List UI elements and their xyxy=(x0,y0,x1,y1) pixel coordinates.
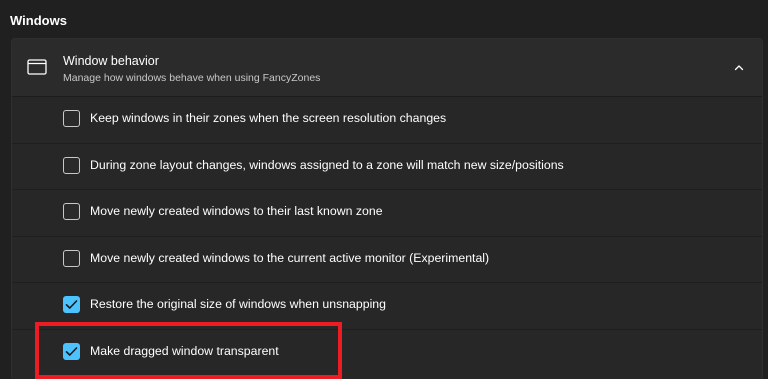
option-row: Move newly created windows to their last… xyxy=(12,190,762,237)
option-label[interactable]: During zone layout changes, windows assi… xyxy=(90,158,564,172)
section-title: Windows xyxy=(10,13,67,28)
option-label[interactable]: Make dragged window transparent xyxy=(90,344,279,358)
option-checkbox[interactable] xyxy=(63,342,80,360)
checkmark-icon xyxy=(65,346,78,356)
option-label[interactable]: Move newly created windows to the curren… xyxy=(90,251,489,265)
option-label[interactable]: Keep windows in their zones when the scr… xyxy=(90,111,446,125)
option-row: Move newly created windows to the curren… xyxy=(12,237,762,283)
option-label[interactable]: Move newly created windows to their last… xyxy=(90,204,383,218)
option-checkbox[interactable] xyxy=(63,249,80,267)
option-row: Restore the original size of windows whe… xyxy=(12,283,762,330)
settings-page: Windows Window behavior Manage how windo… xyxy=(0,0,768,379)
option-row: During zone layout changes, windows assi… xyxy=(12,144,762,190)
option-row: Make dragged window transparent xyxy=(12,330,762,376)
card-header[interactable]: Window behavior Manage how windows behav… xyxy=(12,39,762,97)
window-icon xyxy=(27,59,47,75)
option-checkbox[interactable] xyxy=(63,110,80,127)
window-behavior-card: Window behavior Manage how windows behav… xyxy=(11,38,763,379)
option-row: Keep windows in their zones when the scr… xyxy=(12,97,762,144)
option-checkbox[interactable] xyxy=(63,156,80,174)
card-description: Manage how windows behave when using Fan… xyxy=(63,72,321,84)
card-title: Window behavior xyxy=(63,54,159,68)
checkmark-icon xyxy=(65,300,78,309)
option-checkbox[interactable] xyxy=(63,296,80,313)
chevron-up-icon[interactable] xyxy=(733,61,745,73)
option-label[interactable]: Restore the original size of windows whe… xyxy=(90,297,386,311)
option-checkbox[interactable] xyxy=(63,203,80,220)
options-list: Keep windows in their zones when the scr… xyxy=(12,97,762,375)
